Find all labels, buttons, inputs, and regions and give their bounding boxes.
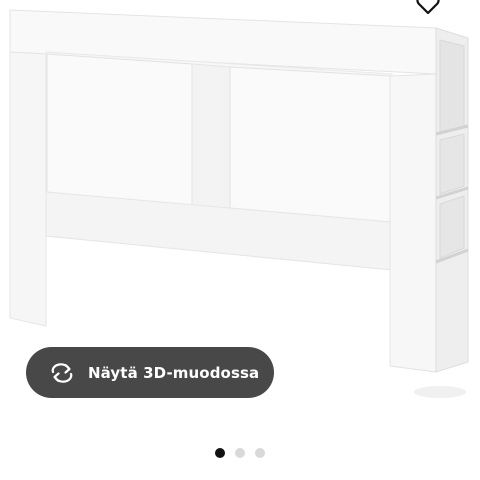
headboard: [9, 9, 469, 398]
image-pager: [0, 446, 480, 460]
view-3d-label: Näytä 3D-muodossa: [88, 363, 260, 382]
pager-dot-1[interactable]: [215, 448, 225, 458]
pager-dots: [215, 448, 265, 458]
product-gallery: Näytä 3D-muodossa: [0, 0, 480, 480]
heart-outline-icon: [416, 0, 440, 15]
rotate-arrows-icon: [48, 361, 76, 385]
pager-dot-3[interactable]: [255, 448, 265, 458]
view-3d-button[interactable]: Näytä 3D-muodossa: [26, 347, 274, 398]
favourite-button[interactable]: [412, 0, 444, 16]
pager-dot-2[interactable]: [235, 448, 245, 458]
